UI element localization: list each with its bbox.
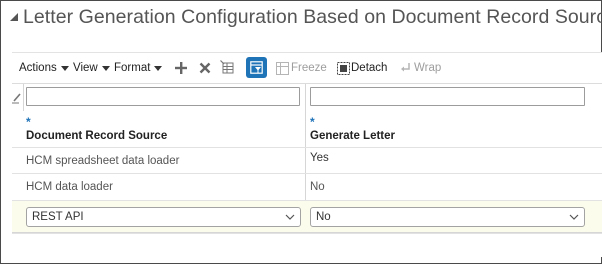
table-row[interactable]: HCM data loader No: [12, 173, 602, 200]
filter-row: [12, 84, 602, 204]
actions-menu[interactable]: Actions: [19, 62, 69, 74]
table-bottom-border: [12, 232, 602, 233]
chevron-down-icon: [569, 214, 579, 220]
filter-toggle-icon[interactable]: [246, 57, 267, 78]
table-toolbar: Actions View Format Freeze Detach Wrap: [12, 53, 602, 83]
document-record-source-select[interactable]: REST API: [26, 207, 301, 227]
chevron-down-icon: [101, 66, 110, 71]
page-header: Letter Generation Configuration Based on…: [8, 3, 602, 31]
freeze-icon[interactable]: [274, 60, 290, 76]
required-marker: *: [26, 115, 31, 129]
clear-filter-icon[interactable]: [12, 91, 21, 104]
select-value: No: [316, 211, 331, 223]
wrap-icon[interactable]: [398, 60, 414, 76]
chevron-down-icon: [154, 66, 163, 71]
filter-input-generate[interactable]: [310, 87, 585, 106]
table-panel: Actions View Format Freeze Detach Wrap *…: [12, 52, 602, 257]
required-marker: *: [310, 115, 315, 129]
page-title: Letter Generation Configuration Based on…: [23, 5, 602, 28]
chevron-down-icon: [60, 66, 69, 71]
table-row[interactable]: HCM spreadsheet data loader Yes: [12, 147, 602, 173]
column-divider: [23, 84, 24, 111]
format-menu[interactable]: Format: [114, 62, 163, 74]
add-row-icon[interactable]: [173, 60, 189, 76]
column-header-generate-letter[interactable]: Generate Letter: [310, 130, 395, 142]
chevron-down-icon: [285, 214, 295, 220]
query-by-example-icon[interactable]: [219, 59, 235, 75]
detach-icon[interactable]: [335, 60, 351, 76]
view-menu[interactable]: View: [73, 62, 110, 74]
generate-letter-select[interactable]: No: [310, 207, 585, 227]
cell-document-record-source: HCM spreadsheet data loader: [26, 155, 180, 167]
detach-button[interactable]: Detach: [351, 62, 387, 74]
freeze-button[interactable]: Freeze: [291, 62, 327, 74]
cell-document-record-source: HCM data loader: [26, 181, 113, 193]
select-value: REST API: [32, 211, 84, 223]
filter-input-source[interactable]: [26, 87, 300, 106]
collapse-triangle-icon[interactable]: [8, 11, 20, 23]
format-menu-label: Format: [114, 62, 151, 74]
view-menu-label: View: [73, 62, 98, 74]
cell-generate-letter: No: [310, 181, 325, 193]
column-header-document-record-source[interactable]: Document Record Source: [26, 130, 167, 142]
table-row-selected[interactable]: REST API No: [12, 200, 602, 234]
actions-menu-label: Actions: [19, 62, 57, 74]
delete-row-icon[interactable]: [197, 60, 213, 76]
wrap-button[interactable]: Wrap: [414, 62, 441, 74]
cell-generate-letter: Yes: [310, 152, 329, 164]
